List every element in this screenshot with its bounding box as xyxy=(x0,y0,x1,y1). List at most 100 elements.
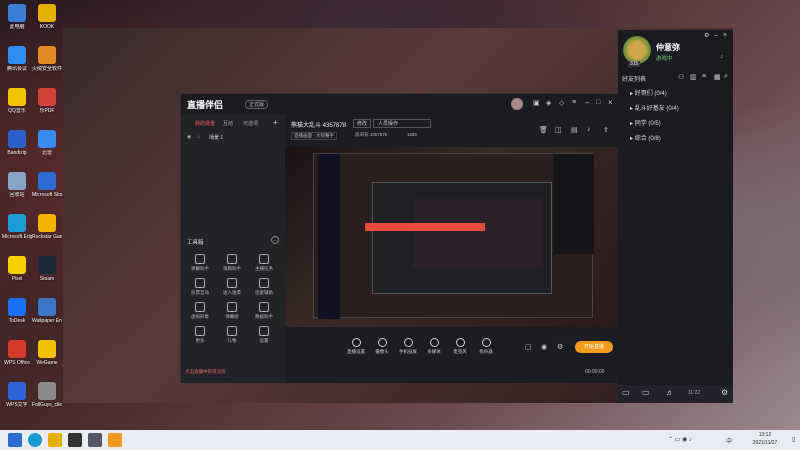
ime-indicator[interactable]: 中 xyxy=(726,436,732,445)
clock-date[interactable]: 2021/11/27 xyxy=(740,440,790,446)
friend-group[interactable]: ▸ 好哥们 (0/4) xyxy=(618,88,733,100)
explorer-icon[interactable] xyxy=(48,433,62,447)
desktop-icon[interactable]: Steam xyxy=(32,256,62,282)
desktop-icon[interactable]: Bandizip xyxy=(2,130,32,156)
settings-icon[interactable]: ⚙ xyxy=(721,388,728,397)
app2-icon[interactable] xyxy=(88,433,102,447)
maximize-icon[interactable]: □ xyxy=(596,99,600,106)
desktop-icon[interactable]: WPS文字 xyxy=(2,382,32,408)
menu-icon[interactable]: ≡ xyxy=(572,99,576,106)
list-icon[interactable]: ≡ xyxy=(702,73,706,80)
tool-button[interactable]: 投票互动 xyxy=(187,278,213,296)
friend-group[interactable]: ▸ 同学 (0/5) xyxy=(618,118,733,130)
bell-icon[interactable]: ♪ xyxy=(720,54,723,60)
control-button[interactable]: 扬声器 xyxy=(473,338,499,355)
desktop-icon[interactable]: Microsoft Store xyxy=(32,172,62,198)
tool-button[interactable]: 数据助手 xyxy=(251,302,277,320)
share-icon[interactable]: ⇪ xyxy=(603,126,609,134)
clock-time[interactable]: 13:12 xyxy=(745,432,785,438)
trash-icon[interactable]: 🗑 xyxy=(539,126,548,134)
desktop-icon[interactable]: WeGame xyxy=(32,340,62,366)
version-badge[interactable]: 正式版 xyxy=(245,100,269,109)
search-icon[interactable]: ⌕ xyxy=(724,73,728,81)
add-friend-icon[interactable]: ⚇ xyxy=(678,73,684,81)
scene-item[interactable]: 场景 1 xyxy=(209,134,223,141)
tool-button[interactable]: 设置 xyxy=(251,326,277,344)
message-icon[interactable]: ▣ xyxy=(533,99,540,107)
desktop-icon[interactable]: 迅雷 xyxy=(32,130,62,156)
message-icon[interactable]: ▭ xyxy=(642,388,650,397)
tab-interact[interactable]: 互动 xyxy=(223,120,233,127)
tool-button[interactable]: 弹幕姬 xyxy=(219,302,245,320)
mic-icon[interactable]: ♬ xyxy=(666,388,674,397)
settings-icon[interactable]: ⚙ xyxy=(557,343,563,351)
control-button[interactable]: 摄像头 xyxy=(369,338,395,355)
gear-icon[interactable]: ⚙ xyxy=(704,32,709,39)
control-button[interactable]: 多媒体 xyxy=(421,338,447,355)
live-app-icon[interactable] xyxy=(108,433,122,447)
desktop-icon[interactable]: Pixel xyxy=(2,256,32,282)
chat-icon[interactable]: ▢ xyxy=(525,343,532,351)
desktop-icon[interactable]: Microsoft Edge xyxy=(2,214,32,240)
eye-icon[interactable]: ◉ xyxy=(187,134,191,140)
control-button[interactable]: 直播设置 xyxy=(343,338,369,355)
mode-select[interactable]: 人员操作 xyxy=(373,119,431,128)
tool-button[interactable]: 主播任务 xyxy=(251,254,277,272)
notice-text[interactable]: 点击直播中获得流程 xyxy=(185,369,226,375)
control-button[interactable]: 手机投屏 xyxy=(395,338,421,355)
windows-icon[interactable] xyxy=(8,433,22,447)
image-icon[interactable]: ▤ xyxy=(571,126,578,134)
desktop-icon[interactable]: Wallpaper Engine... xyxy=(32,298,62,324)
desktop-icon[interactable]: 乐PDF xyxy=(32,88,62,114)
start-live-button[interactable]: 开始直播 xyxy=(575,341,613,353)
close-icon[interactable]: × xyxy=(723,32,727,39)
close-icon[interactable]: × xyxy=(608,98,613,107)
lock-icon[interactable]: ⌂ xyxy=(197,134,200,140)
tool-button[interactable]: 更多 xyxy=(187,326,213,344)
more-options-icon[interactable]: … xyxy=(271,236,279,244)
gift-icon[interactable]: ◈ xyxy=(546,99,551,107)
desktop-icon[interactable]: Rockstar Games... xyxy=(32,214,62,240)
friend-group[interactable]: ▸ 乱斗好基友 (0/4) xyxy=(618,103,733,115)
desktop-icon[interactable]: QQ音乐 xyxy=(2,88,32,114)
notification-icon[interactable]: ▯ xyxy=(792,436,795,443)
tray-icons[interactable]: ⌃ ▭ ◉ ♪ xyxy=(668,436,692,443)
edit-button[interactable]: 修改 xyxy=(353,119,372,128)
tool-button[interactable]: 送人送票 xyxy=(219,278,245,296)
folder-icon[interactable]: ▥ xyxy=(690,73,697,81)
chat-icon[interactable]: ▭ xyxy=(622,388,630,397)
desktop-icon[interactable]: KOOK xyxy=(32,4,62,30)
avatar[interactable] xyxy=(511,98,523,110)
minimize-icon[interactable]: – xyxy=(714,32,718,39)
desktop-icon[interactable]: 此电脑 xyxy=(2,4,32,30)
tool-button[interactable]: 观看助手 xyxy=(219,254,245,272)
add-scene-icon[interactable]: + xyxy=(273,118,278,127)
desktop-icon[interactable]: 腾讯会议 xyxy=(2,46,32,72)
tool-button[interactable]: 礼物 xyxy=(219,326,245,344)
stream-source[interactable]: 直播画面 · 大师赛手 xyxy=(291,132,337,140)
tab-scene[interactable]: 我的场景 xyxy=(195,120,215,127)
desktop-icon[interactable]: 火绒安全软件 xyxy=(32,46,62,72)
tab-options[interactable]: 可选项 xyxy=(243,120,258,127)
desktop-icon[interactable]: 回收站 xyxy=(2,172,32,198)
desktop-icon[interactable]: ToDesk xyxy=(2,298,32,324)
edge-icon[interactable] xyxy=(28,433,42,447)
tool-button[interactable]: 弹幕助手 xyxy=(187,254,213,272)
friend-group[interactable]: ▸ 综合 (0/8) xyxy=(618,133,733,145)
preview-canvas[interactable] xyxy=(285,147,619,327)
tool-button[interactable]: 虚拟形象 xyxy=(187,302,213,320)
avatar[interactable] xyxy=(623,36,651,64)
app-icon[interactable] xyxy=(68,433,82,447)
unlock-icon[interactable]: ◫ xyxy=(555,126,562,134)
grid-icon[interactable]: ▦ xyxy=(714,73,721,81)
desktop-icon[interactable]: WPS Office xyxy=(2,340,32,366)
eye2-icon[interactable]: ◉ xyxy=(541,343,547,351)
status-text[interactable]: 游戏中 xyxy=(656,54,673,62)
tool-button[interactable]: 连麦辅助 xyxy=(251,278,277,296)
bell-icon[interactable]: ♪ xyxy=(587,126,591,133)
desktop-icon[interactable]: FallGuys_client_... xyxy=(32,382,62,408)
shirt-icon[interactable]: ◇ xyxy=(559,99,564,107)
control-button[interactable]: 麦克风 xyxy=(447,338,473,355)
minimize-icon[interactable]: – xyxy=(585,98,589,107)
nested-alert xyxy=(365,223,485,231)
